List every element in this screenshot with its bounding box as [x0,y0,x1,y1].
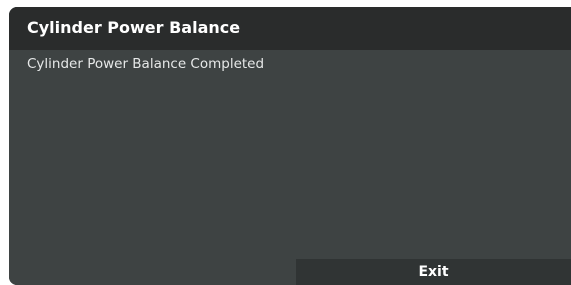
status-message: Cylinder Power Balance Completed [27,56,265,72]
dialog-titlebar: Cylinder Power Balance [9,7,571,50]
exit-button[interactable]: Exit [296,259,571,285]
dialog-title: Cylinder Power Balance [27,18,241,37]
cylinder-power-balance-dialog: Cylinder Power Balance Cylinder Power Ba… [9,7,571,285]
footer-empty-area [9,259,296,285]
